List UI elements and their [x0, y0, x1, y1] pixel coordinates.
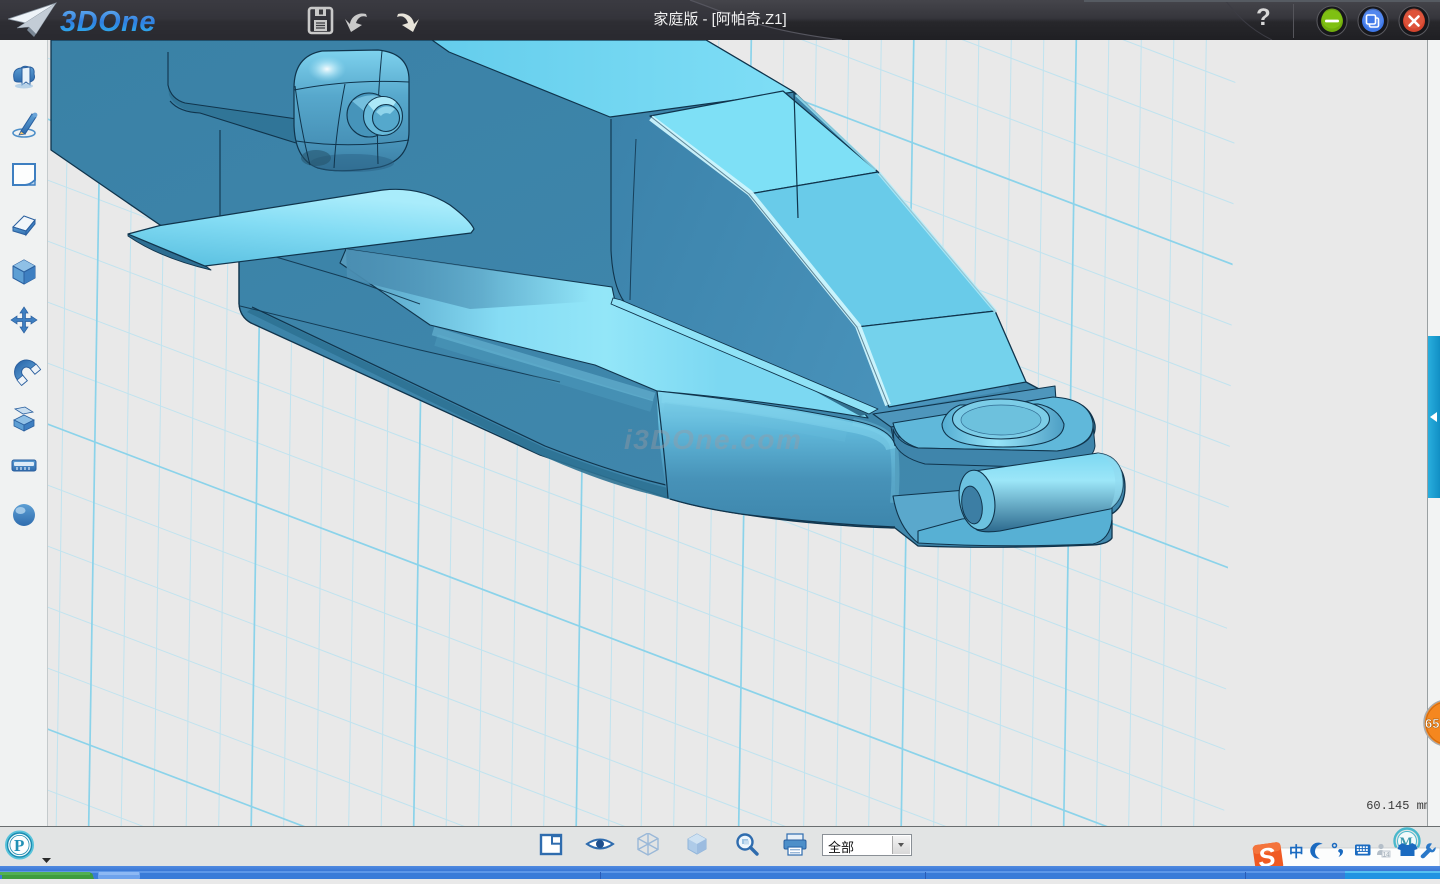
svg-text:65: 65: [1425, 716, 1439, 731]
svg-text:中: 中: [1289, 843, 1304, 861]
svg-text:14: 14: [1383, 852, 1390, 858]
svg-text:P: P: [14, 836, 24, 855]
svg-text:i3DOne.com: i3DOne.com: [624, 424, 802, 455]
